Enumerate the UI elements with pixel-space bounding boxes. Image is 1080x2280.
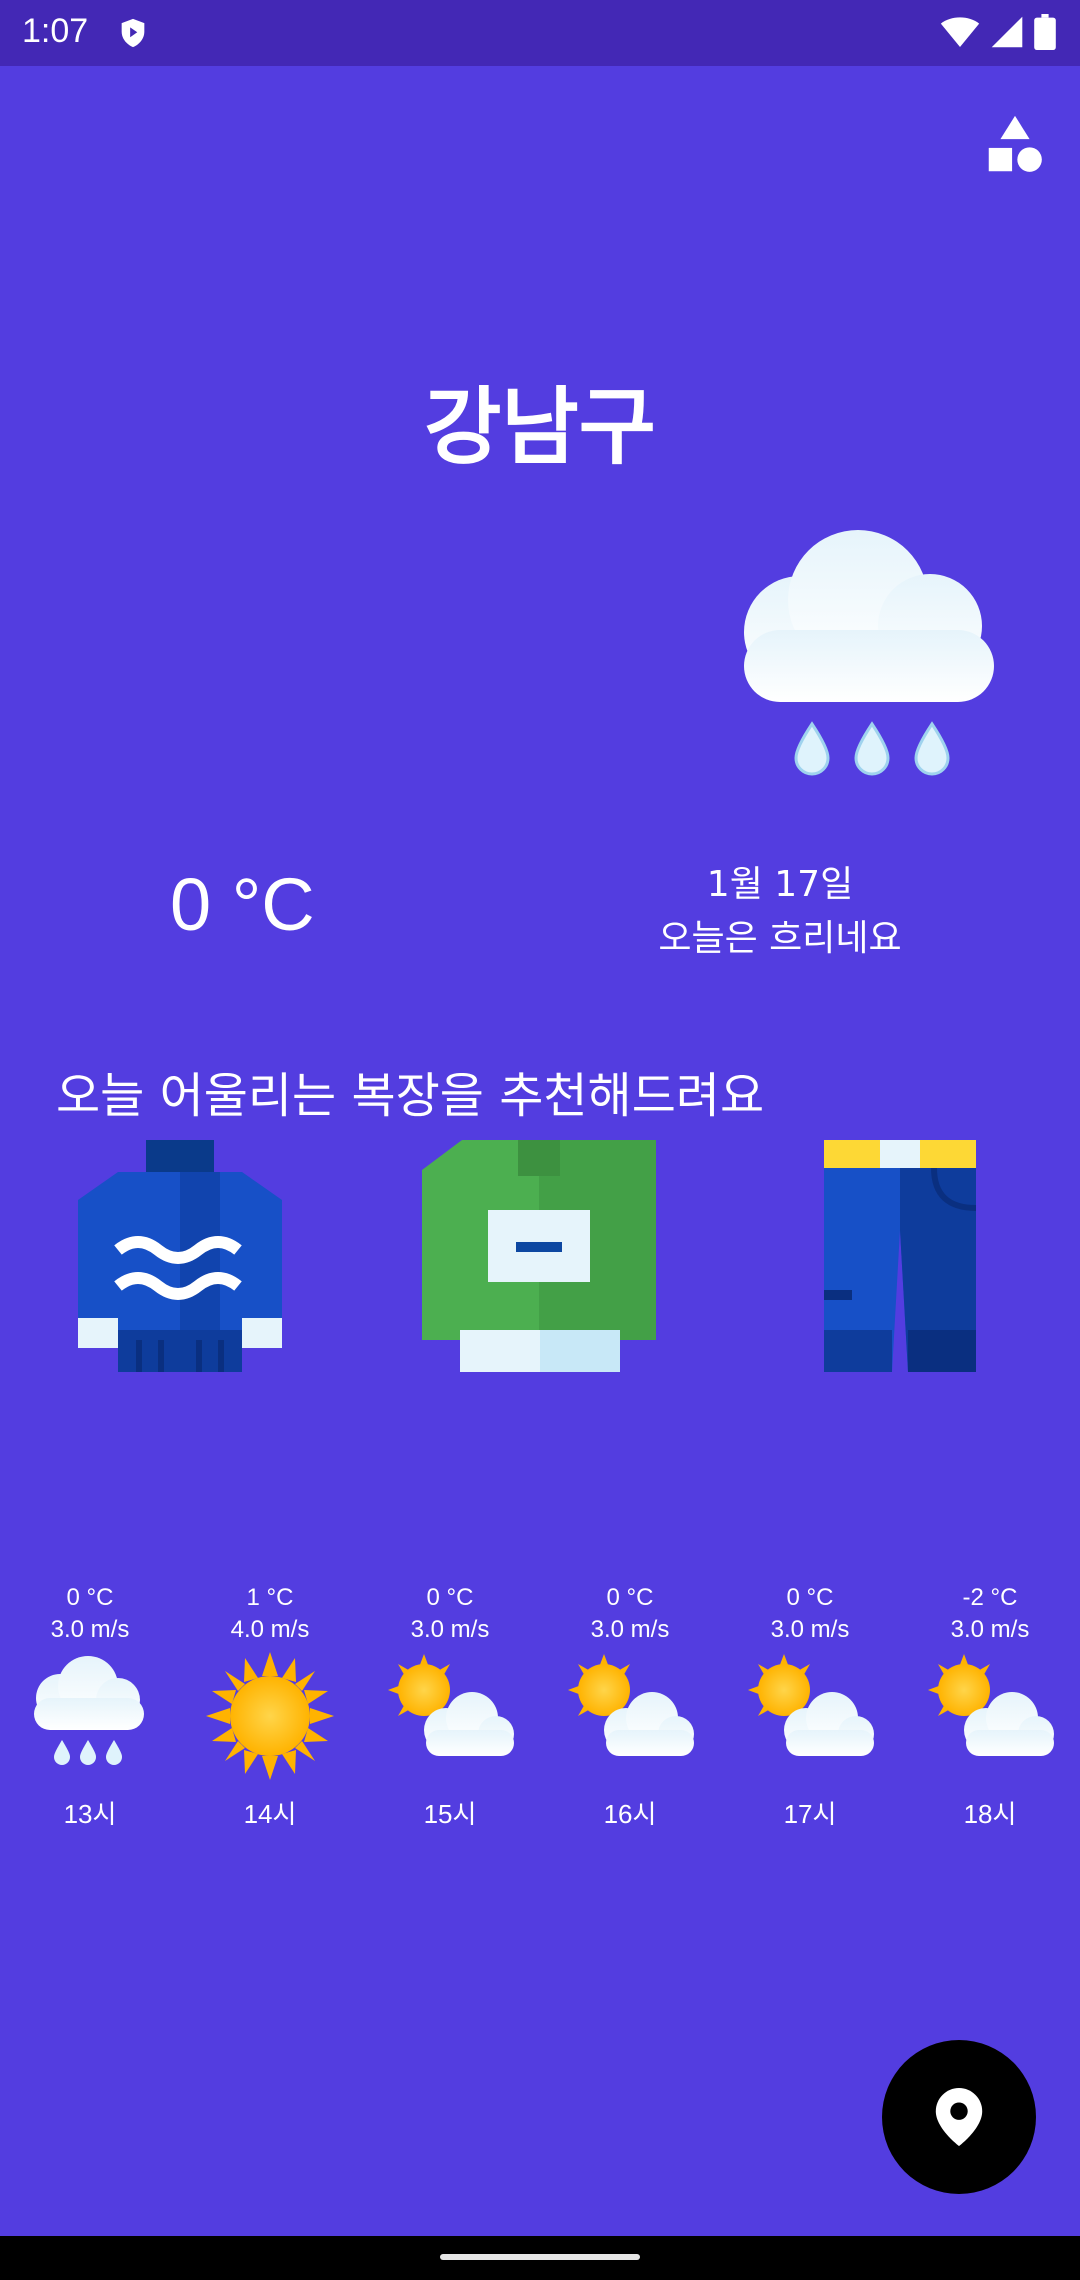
forecast-wind: 3.0 m/s bbox=[770, 1616, 850, 1643]
battery-icon bbox=[1034, 14, 1056, 54]
forecast-wind: 3.0 m/s bbox=[410, 1616, 490, 1643]
status-bar: 1:07 bbox=[0, 0, 1080, 66]
city-title: 강남구 bbox=[424, 378, 656, 476]
forecast-temperature: -2 °C bbox=[962, 1584, 1018, 1611]
forecast-hour: 16시 bbox=[603, 1799, 657, 1829]
hourly-forecast: 0 °C 3.0 m/s 13시 1 °C 4.0 m/s 14시 0 °C 3… bbox=[0, 1582, 1080, 1832]
sun-icon bbox=[206, 1652, 334, 1780]
partly-cloudy-icon bbox=[568, 1654, 694, 1756]
partly-cloudy-icon bbox=[748, 1654, 874, 1756]
location-pin-icon bbox=[935, 2088, 983, 2146]
forecast-hour: 15시 bbox=[423, 1799, 477, 1829]
forecast-temperature: 0 °C bbox=[426, 1584, 474, 1611]
forecast-temperature: 0 °C bbox=[606, 1584, 654, 1611]
status-time: 1:07 bbox=[22, 12, 89, 50]
forecast-item: 0 °C 3.0 m/s 17시 bbox=[720, 1582, 900, 1831]
forecast-item: 0 °C 3.0 m/s 13시 bbox=[0, 1582, 180, 1831]
date-description: 1월 17일 오늘은 흐리네요 bbox=[620, 858, 940, 966]
forecast-wind: 3.0 m/s bbox=[590, 1616, 670, 1643]
forecast-temperature: 0 °C bbox=[66, 1584, 114, 1611]
wifi-icon bbox=[940, 15, 980, 53]
forecast-temperature: 0 °C bbox=[786, 1584, 834, 1611]
forecast-wind: 3.0 m/s bbox=[950, 1616, 1030, 1643]
forecast-wind: 4.0 m/s bbox=[230, 1616, 310, 1643]
blue-knit-sweater-icon bbox=[78, 1140, 282, 1372]
forecast-wind: 3.0 m/s bbox=[50, 1616, 130, 1643]
forecast-item: 1 °C 4.0 m/s 14시 bbox=[180, 1582, 360, 1831]
forecast-item: 0 °C 3.0 m/s 15시 bbox=[360, 1582, 540, 1831]
forecast-hour: 17시 bbox=[783, 1799, 837, 1829]
forecast-hour: 13시 bbox=[63, 1799, 117, 1829]
home-handle[interactable] bbox=[440, 2254, 640, 2260]
current-temperature: 0 °C bbox=[170, 863, 315, 946]
forecast-hour: 14시 bbox=[243, 1799, 297, 1829]
forecast-item: -2 °C 3.0 m/s 18시 bbox=[900, 1582, 1080, 1831]
location-button[interactable] bbox=[882, 2040, 1036, 2194]
forecast-temperature: 1 °C bbox=[246, 1584, 294, 1611]
recommend-title: 오늘 어울리는 복장을 추천해드려요 bbox=[56, 1068, 765, 1124]
shield-icon bbox=[116, 16, 150, 54]
rain-cloud-icon bbox=[730, 520, 1020, 790]
partly-cloudy-icon bbox=[388, 1654, 514, 1756]
current-date: 1월 17일 bbox=[706, 864, 854, 905]
signal-icon bbox=[990, 15, 1024, 53]
forecast-hour: 18시 bbox=[963, 1799, 1017, 1829]
rain-cloud-icon bbox=[34, 1656, 144, 1765]
green-sweatshirt-icon bbox=[422, 1140, 656, 1372]
jeans-icon bbox=[824, 1140, 977, 1372]
navigation-bar bbox=[0, 2236, 1080, 2280]
shapes-icon[interactable] bbox=[980, 110, 1050, 180]
partly-cloudy-icon bbox=[928, 1654, 1054, 1756]
forecast-item: 0 °C 3.0 m/s 16시 bbox=[540, 1582, 720, 1831]
weather-description: 오늘은 흐리네요 bbox=[658, 918, 902, 959]
